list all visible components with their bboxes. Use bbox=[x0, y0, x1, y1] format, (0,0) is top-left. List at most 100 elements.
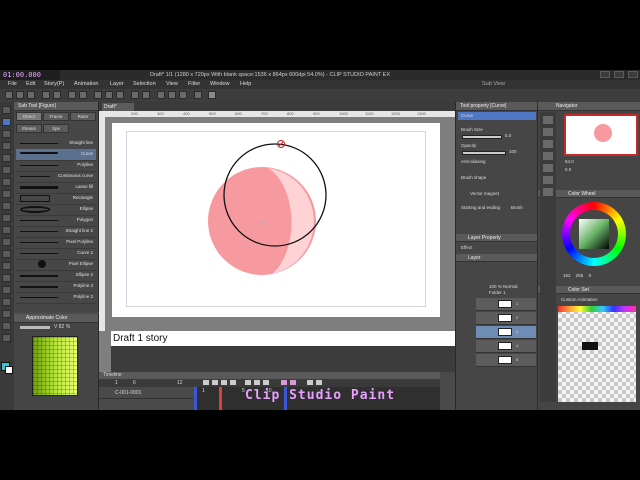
menu-selection[interactable]: Selection bbox=[133, 81, 156, 87]
brush-size-slider[interactable] bbox=[462, 135, 502, 139]
menu-animation[interactable]: Animation bbox=[74, 81, 98, 87]
window-controls bbox=[600, 71, 638, 78]
menu-filter[interactable]: Filter bbox=[188, 81, 200, 87]
settings-icon[interactable] bbox=[194, 91, 202, 99]
start-end-value[interactable]: Brush bbox=[508, 204, 534, 212]
color-wheel-square[interactable] bbox=[579, 219, 609, 249]
panel-icon[interactable] bbox=[543, 152, 553, 160]
pen-tool-icon[interactable] bbox=[2, 166, 11, 174]
hsv-readout: 162 255 0 bbox=[563, 273, 592, 278]
text-tool-icon[interactable] bbox=[2, 310, 11, 318]
sub-color-swatch[interactable] bbox=[5, 366, 13, 374]
close-button[interactable] bbox=[628, 71, 638, 78]
new-icon[interactable] bbox=[5, 91, 13, 99]
tab-ruler[interactable]: Ruler bbox=[70, 112, 96, 121]
panel-icon[interactable] bbox=[543, 176, 553, 184]
ruler-tool-icon[interactable] bbox=[2, 298, 11, 306]
eyedropper-tool-icon[interactable] bbox=[2, 154, 11, 162]
panel-icon[interactable] bbox=[543, 164, 553, 172]
panel-icon[interactable] bbox=[543, 128, 553, 136]
menu-help[interactable]: Help bbox=[240, 81, 251, 87]
fill-icon[interactable] bbox=[131, 91, 139, 99]
subtool-item[interactable]: Polyline 2 bbox=[16, 292, 96, 304]
panel-icon[interactable] bbox=[543, 140, 553, 148]
menu-file[interactable]: File bbox=[8, 81, 17, 87]
zoom-tool-icon[interactable] bbox=[2, 106, 11, 114]
layer-row[interactable]: 1 bbox=[476, 298, 536, 311]
light-table-icon[interactable] bbox=[290, 380, 296, 385]
select-all-icon[interactable] bbox=[142, 91, 150, 99]
snap-grid-icon[interactable] bbox=[168, 91, 176, 99]
open-icon[interactable] bbox=[16, 91, 24, 99]
document-tab[interactable]: Draft* bbox=[102, 103, 134, 111]
selection-tool-icon[interactable] bbox=[2, 142, 11, 150]
tab-direct[interactable]: Direct bbox=[16, 112, 42, 121]
frame-tool-icon[interactable] bbox=[2, 286, 11, 294]
clear-icon[interactable] bbox=[68, 91, 76, 99]
specify-cel-icon[interactable] bbox=[316, 380, 322, 385]
invert-selection-icon[interactable] bbox=[105, 91, 113, 99]
gradient-tool-icon[interactable] bbox=[2, 262, 11, 270]
airbrush-tool-icon[interactable] bbox=[2, 202, 11, 210]
approximate-color-grid[interactable] bbox=[32, 336, 78, 396]
opacity-slider[interactable] bbox=[462, 151, 506, 155]
step-back-icon[interactable] bbox=[245, 380, 251, 385]
menu-layer[interactable]: Layer bbox=[110, 81, 124, 87]
tab-stream[interactable]: Stream bbox=[16, 124, 42, 133]
last-frame-icon[interactable] bbox=[263, 380, 269, 385]
new-cel-icon[interactable] bbox=[307, 380, 313, 385]
color-wheel-ring[interactable] bbox=[562, 202, 626, 266]
eraser-tool-icon[interactable] bbox=[2, 226, 11, 234]
layer-row[interactable]: 2 bbox=[476, 312, 536, 325]
panel-icon[interactable] bbox=[543, 116, 553, 124]
brush-tool-icon[interactable] bbox=[2, 190, 11, 198]
save-icon[interactable] bbox=[27, 91, 35, 99]
play-icon[interactable] bbox=[230, 380, 236, 385]
transform-icon[interactable] bbox=[79, 91, 87, 99]
layer-row[interactable]: 5 bbox=[476, 354, 536, 367]
figure-tool-icon[interactable] bbox=[2, 274, 11, 282]
canvas-area[interactable]: Draft* 200 300 400 500 600 700 800 900 1… bbox=[99, 102, 456, 372]
menu-window[interactable]: Window bbox=[210, 81, 230, 87]
tab-frame[interactable]: Frame bbox=[43, 112, 69, 121]
fill-tool-icon[interactable] bbox=[2, 250, 11, 258]
snap-ruler-icon[interactable] bbox=[157, 91, 165, 99]
prev-frame-icon[interactable] bbox=[212, 380, 218, 385]
onion-skin-icon[interactable] bbox=[281, 380, 287, 385]
loop-icon[interactable] bbox=[221, 380, 227, 385]
tool-name: Curve bbox=[458, 112, 536, 120]
window-title: Draft* 1/1 (1280 x 720px With blank spac… bbox=[150, 72, 390, 78]
balloon-tool-icon[interactable] bbox=[2, 322, 11, 330]
help-icon[interactable] bbox=[208, 91, 216, 99]
menu-story[interactable]: Story(P) bbox=[44, 81, 64, 87]
minimize-button[interactable] bbox=[600, 71, 610, 78]
layer-row-selected[interactable]: 3 bbox=[476, 326, 536, 339]
step-forward-icon[interactable] bbox=[254, 380, 260, 385]
crop-icon[interactable] bbox=[116, 91, 124, 99]
canvas-paper[interactable] bbox=[112, 123, 440, 317]
blend-tool-icon[interactable] bbox=[2, 238, 11, 246]
layer-row[interactable]: 4 bbox=[476, 340, 536, 353]
color-set-name[interactable]: Custom Animation bbox=[558, 296, 640, 304]
navigator-preview[interactable] bbox=[564, 114, 638, 156]
pencil-tool-icon[interactable] bbox=[2, 178, 11, 186]
operation-tool-icon[interactable] bbox=[2, 118, 11, 126]
clip-studio-window: 01:00.000 Draft* 1/1 (1280 x 720px With … bbox=[0, 70, 640, 410]
maximize-button[interactable] bbox=[614, 71, 624, 78]
first-frame-icon[interactable] bbox=[203, 380, 209, 385]
menu-view[interactable]: View bbox=[166, 81, 178, 87]
navigator-angle[interactable]: 0.0 bbox=[562, 166, 640, 174]
deselect-icon[interactable] bbox=[94, 91, 102, 99]
panel-icon[interactable] bbox=[543, 188, 553, 196]
tab-spe[interactable]: Spe bbox=[43, 124, 69, 133]
correct-line-tool-icon[interactable] bbox=[2, 334, 11, 342]
undo-icon[interactable] bbox=[42, 91, 50, 99]
redo-icon[interactable] bbox=[53, 91, 61, 99]
snap-perspective-icon[interactable] bbox=[179, 91, 187, 99]
navigator-zoom[interactable]: 54.0 bbox=[562, 158, 640, 166]
decoration-tool-icon[interactable] bbox=[2, 214, 11, 222]
move-tool-icon[interactable] bbox=[2, 130, 11, 138]
anti-aliasing-label: Anti-aliasing bbox=[461, 159, 486, 164]
menu-edit[interactable]: Edit bbox=[26, 81, 35, 87]
value-slider[interactable] bbox=[20, 326, 50, 329]
